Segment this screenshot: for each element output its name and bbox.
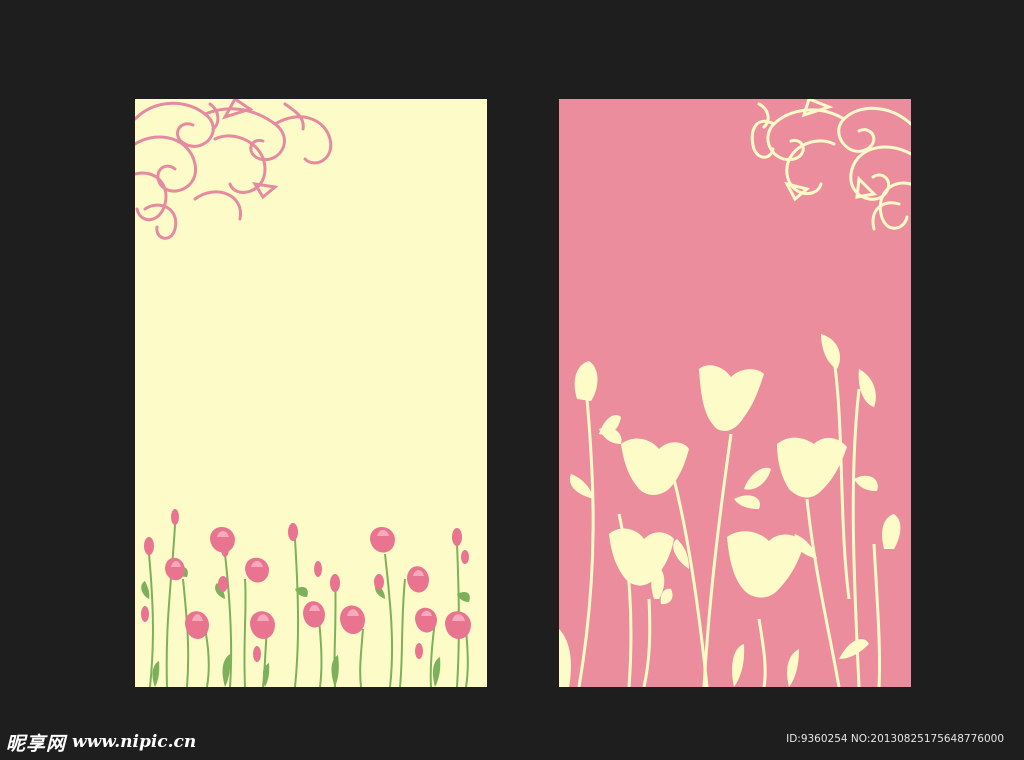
right-card-art (559, 99, 911, 687)
right-card (559, 99, 911, 687)
watermark-brand-cn: 昵享网 (6, 732, 67, 755)
left-card (135, 99, 487, 687)
swirl-ornament-icon (135, 99, 333, 240)
left-card-art (135, 99, 471, 687)
watermark-brand: 昵享网 www.nipic.cn (6, 728, 196, 756)
watermark-id: ID:9360254 NO:20130825175648776000 (786, 733, 1004, 745)
swirl-ornament-icon (750, 99, 911, 231)
rose-bud-icon (141, 509, 471, 687)
flower-silhouette-icon (559, 334, 901, 687)
watermark-url: www.nipic.cn (72, 732, 197, 752)
